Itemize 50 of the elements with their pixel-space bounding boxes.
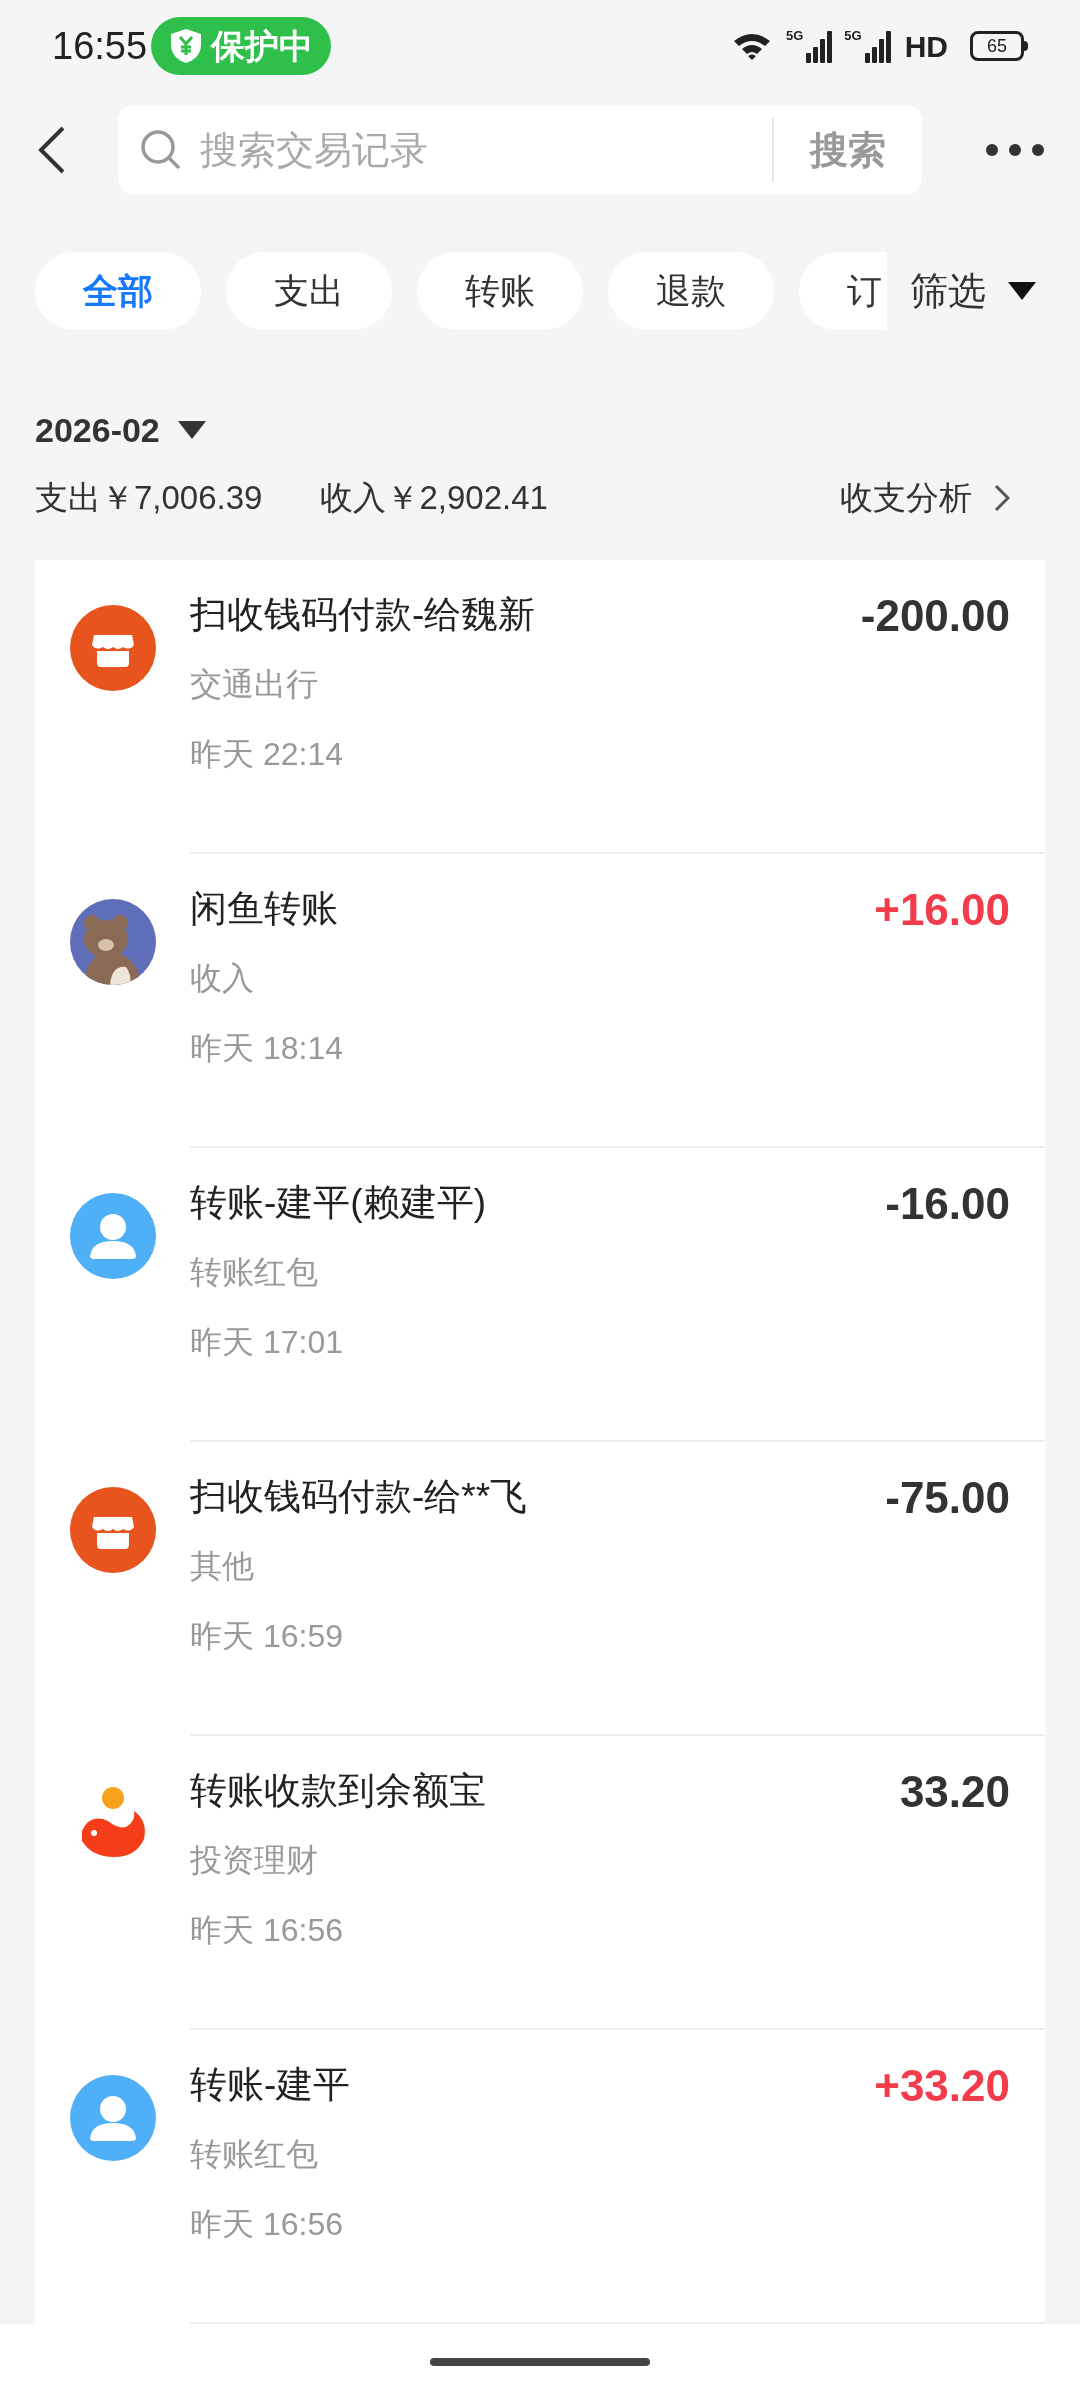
chevron-icon xyxy=(994,484,1010,512)
transaction-time: 昨天 16:59 xyxy=(190,1617,343,1656)
transaction-time: 昨天 22:14 xyxy=(190,735,343,774)
filter-chip[interactable]: 全部 xyxy=(35,252,201,330)
transaction-title: 闲鱼转账 xyxy=(190,887,338,931)
shop-icon xyxy=(70,605,156,691)
transaction-category: 交通出行 xyxy=(190,665,318,704)
transaction-amount: +33.20 xyxy=(874,2060,1010,2112)
filter-chip[interactable]: 订 xyxy=(799,252,887,330)
dropdown-icon xyxy=(177,421,206,439)
transaction-time: 昨天 18:14 xyxy=(190,1029,343,1068)
transaction-category: 转账红包 xyxy=(190,1253,318,1292)
transaction-row[interactable]: 转账收款到余额宝 投资理财 昨天 16:56 33.20 xyxy=(35,1736,1045,2030)
dropdown-icon xyxy=(1008,282,1036,300)
transaction-title: 转账收款到余额宝 xyxy=(190,1769,486,1813)
transaction-category: 投资理财 xyxy=(190,1841,318,1880)
transaction-row[interactable]: 转账-建平(赖建平) 转账红包 昨天 17:01 -16.00 xyxy=(35,1148,1045,1442)
income-total: 收入￥2,902.41 xyxy=(320,478,548,519)
transaction-amount: -75.00 xyxy=(885,1472,1010,1524)
transaction-amount: -200.00 xyxy=(860,590,1010,642)
transaction-row[interactable]: 扫收钱码付款-给**飞 其他 昨天 16:59 -75.00 xyxy=(35,1442,1045,1736)
transaction-title: 转账-建平(赖建平) xyxy=(190,1181,486,1225)
transaction-category: 转账红包 xyxy=(190,2135,318,2174)
filter-button[interactable]: 筛选 xyxy=(890,252,1036,330)
transaction-title: 转账-建平 xyxy=(190,2063,351,2107)
hd-indicator: HD xyxy=(904,28,948,65)
transaction-amount: 33.20 xyxy=(899,1766,1010,1818)
transaction-amount: +16.00 xyxy=(874,884,1010,936)
protect-badge: 保护中 xyxy=(151,17,332,75)
transaction-category: 收入 xyxy=(190,959,254,998)
status-time: 16:55 xyxy=(52,23,148,69)
search-icon xyxy=(140,129,182,171)
filter-chip[interactable]: 转账 xyxy=(417,252,583,330)
transaction-title: 扫收钱码付款-给**飞 xyxy=(190,1475,528,1519)
transaction-title: 扫收钱码付款-给魏新 xyxy=(190,593,536,637)
transaction-row[interactable]: 闲鱼转账 收入 昨天 18:14 +16.00 xyxy=(35,854,1045,1148)
transaction-category: 其他 xyxy=(190,1547,254,1586)
transaction-row[interactable]: 扫收钱码付款-给魏新 交通出行 昨天 22:14 -200.00 xyxy=(35,560,1045,854)
analysis-link[interactable]: 收支分析 xyxy=(840,473,1010,523)
filter-chip[interactable]: 支出 xyxy=(226,252,392,330)
transaction-time: 昨天 17:01 xyxy=(190,1323,343,1362)
month-picker[interactable]: 2026-02 xyxy=(35,402,1010,458)
more-icon[interactable] xyxy=(985,143,1045,157)
filter-chip[interactable]: 退款 xyxy=(608,252,774,330)
transaction-time: 昨天 16:56 xyxy=(190,1911,343,1950)
shop-icon xyxy=(70,1487,156,1573)
expense-total: 支出￥7,006.39 xyxy=(35,478,263,519)
transaction-amount: -16.00 xyxy=(885,1178,1010,1230)
shield-icon xyxy=(169,27,204,65)
transaction-time: 昨天 16:56 xyxy=(190,2205,343,2244)
